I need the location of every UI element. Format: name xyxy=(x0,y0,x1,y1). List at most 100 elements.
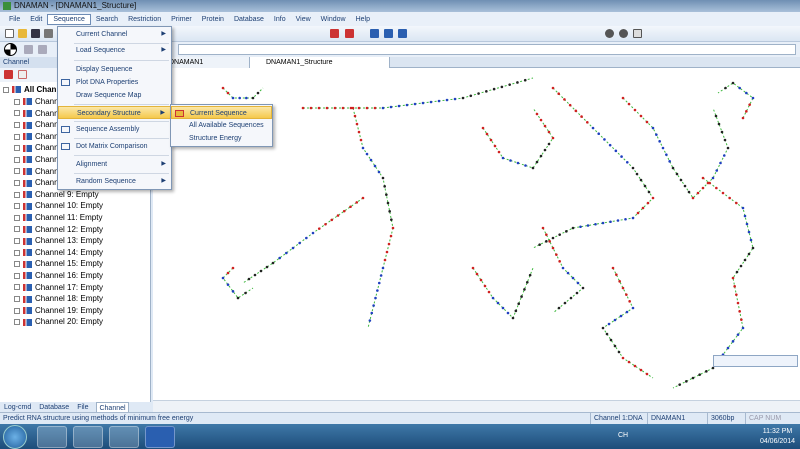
explorer-taskbar-button[interactable] xyxy=(73,426,103,448)
menu-search[interactable]: Search xyxy=(91,15,123,24)
channel-label: Channel 13: Empty xyxy=(35,236,104,246)
tree-item-channel[interactable]: Channel 11: Empty xyxy=(14,212,102,223)
menu-primer[interactable]: Primer xyxy=(166,15,197,24)
expand-icon[interactable] xyxy=(14,249,20,256)
forward-arrow-icon[interactable] xyxy=(38,45,47,54)
menu-protein[interactable]: Protein xyxy=(197,15,229,24)
base-mark xyxy=(735,270,739,274)
menu-item-current-sequence[interactable]: Current Sequence xyxy=(171,106,272,119)
base-mark xyxy=(231,96,235,100)
expand-icon[interactable] xyxy=(14,98,20,105)
file-seq-icon[interactable] xyxy=(330,29,339,38)
expand-icon[interactable] xyxy=(14,307,20,314)
expand-icon[interactable] xyxy=(14,296,20,303)
expand-icon[interactable] xyxy=(14,133,20,140)
menu-edit[interactable]: Edit xyxy=(25,15,47,24)
tab-dnaman1-structure[interactable]: DNAMAN1_Structure xyxy=(250,57,390,68)
menu-restriction[interactable]: Restriction xyxy=(123,15,166,24)
menu-help[interactable]: Help xyxy=(351,15,375,24)
menu-item-structure-energy[interactable]: Structure Energy xyxy=(171,132,272,145)
menu-item-display-sequence[interactable]: Display Sequence xyxy=(58,63,171,76)
tree-item-channel[interactable]: Channel 20: Empty xyxy=(14,316,103,327)
print-icon[interactable] xyxy=(44,29,53,38)
menu-item-load-sequence[interactable]: Load Sequence ▶ xyxy=(58,44,171,57)
orf-icon[interactable] xyxy=(370,29,379,38)
sequence-combo[interactable] xyxy=(178,44,796,55)
horizontal-scrollbar[interactable] xyxy=(153,400,800,412)
expand-icon[interactable] xyxy=(14,238,20,245)
base-mark xyxy=(741,116,745,120)
channel-label: Channel 17: Empty xyxy=(35,282,104,292)
menu-item-current-channel[interactable]: Current Channel ▶ xyxy=(58,28,171,41)
menu-info[interactable]: Info xyxy=(269,15,291,24)
expand-icon[interactable] xyxy=(14,156,20,163)
tree-item-channel[interactable]: Channel 14: Empty xyxy=(14,247,103,258)
dnaman-taskbar-button[interactable] xyxy=(109,426,139,448)
tree-item-channel[interactable]: Channel 16: Empty xyxy=(14,270,103,281)
collapse-icon[interactable] xyxy=(3,86,9,93)
expand-icon[interactable] xyxy=(14,319,20,326)
expand-icon[interactable] xyxy=(14,226,20,233)
back-arrow-icon[interactable] xyxy=(24,45,33,54)
tree-item-channel[interactable]: Channel 17: Empty xyxy=(14,282,103,293)
base-mark xyxy=(748,103,751,106)
tree-item-channel[interactable]: Channel 13: Empty xyxy=(14,235,103,246)
zoom-out-icon[interactable] xyxy=(619,29,628,38)
language-indicator[interactable]: CH xyxy=(618,432,628,439)
menu-item-secondary-structure[interactable]: Secondary Structure ▶ xyxy=(58,106,171,119)
expand-icon[interactable] xyxy=(14,145,20,152)
tree-item-channel[interactable]: Channel 10: Empty xyxy=(14,200,103,211)
menu-file[interactable]: File xyxy=(4,15,25,24)
tree-item-channel[interactable]: Channel 19: Empty xyxy=(14,305,103,316)
menu-item-dot-matrix[interactable]: Dot Matrix Comparison xyxy=(58,140,171,153)
vector-icon[interactable] xyxy=(384,29,393,38)
channel-icon[interactable] xyxy=(4,70,13,79)
base-mark xyxy=(555,253,558,256)
def-seq-icon[interactable] xyxy=(345,29,354,38)
tree-item-channel[interactable]: Channel 9: Empty xyxy=(14,189,99,200)
expand-icon[interactable] xyxy=(14,214,20,221)
base-mark xyxy=(471,266,475,270)
menu-view[interactable]: View xyxy=(291,15,316,24)
open-folder-icon[interactable] xyxy=(18,29,27,38)
menu-window[interactable]: Window xyxy=(316,15,351,24)
chrome-taskbar-button[interactable] xyxy=(37,426,67,448)
menu-item-plot-dna-properties[interactable]: Plot DNA Properties xyxy=(58,76,171,89)
base-mark xyxy=(735,201,738,205)
start-button[interactable] xyxy=(3,425,27,449)
menu-item-sequence-assembly[interactable]: Sequence Assembly xyxy=(58,123,171,136)
expand-icon[interactable] xyxy=(14,203,20,210)
channel-icon xyxy=(23,249,32,257)
tree-item-channel[interactable]: Channel 15: Empty xyxy=(14,258,103,269)
menu-sequence[interactable]: Sequence xyxy=(47,13,91,25)
expand-icon[interactable] xyxy=(14,122,20,129)
zoom-1to1-icon[interactable] xyxy=(633,29,642,38)
expand-icon[interactable] xyxy=(14,110,20,117)
save-icon[interactable] xyxy=(31,29,40,38)
tree-item-channel[interactable]: Channel 18: Empty xyxy=(14,293,103,304)
expand-icon[interactable] xyxy=(14,284,20,291)
tree-item-channel[interactable]: Channel 12: Empty xyxy=(14,224,103,235)
expand-icon[interactable] xyxy=(14,272,20,279)
expand-icon[interactable] xyxy=(14,168,20,175)
base-mark xyxy=(508,83,511,86)
expand-icon[interactable] xyxy=(14,191,20,198)
menu-database[interactable]: Database xyxy=(229,15,269,24)
clock[interactable]: 11:32 PM 04/06/2014 xyxy=(760,427,795,447)
menu-item-alignment[interactable]: Alignment ▶ xyxy=(58,158,171,171)
menu-item-random-sequence[interactable]: Random Sequence ▶ xyxy=(58,175,171,188)
base-mark xyxy=(563,301,567,305)
ime-toolbar[interactable] xyxy=(713,355,798,367)
channel-wheel-icon[interactable] xyxy=(4,43,17,56)
menu-item-all-available-sequences[interactable]: All Available Sequences xyxy=(171,119,272,132)
expand-icon[interactable] xyxy=(14,261,20,268)
expand-icon[interactable] xyxy=(14,180,20,187)
dot-matrix-icon[interactable] xyxy=(398,29,407,38)
document-icon[interactable] xyxy=(18,70,27,79)
word-taskbar-button[interactable] xyxy=(145,426,175,448)
base-mark xyxy=(615,273,618,276)
menu-item-draw-sequence-map[interactable]: Draw Sequence Map xyxy=(58,89,171,102)
base-mark xyxy=(397,104,401,108)
zoom-in-icon[interactable] xyxy=(605,29,614,38)
new-file-icon[interactable] xyxy=(5,29,14,38)
